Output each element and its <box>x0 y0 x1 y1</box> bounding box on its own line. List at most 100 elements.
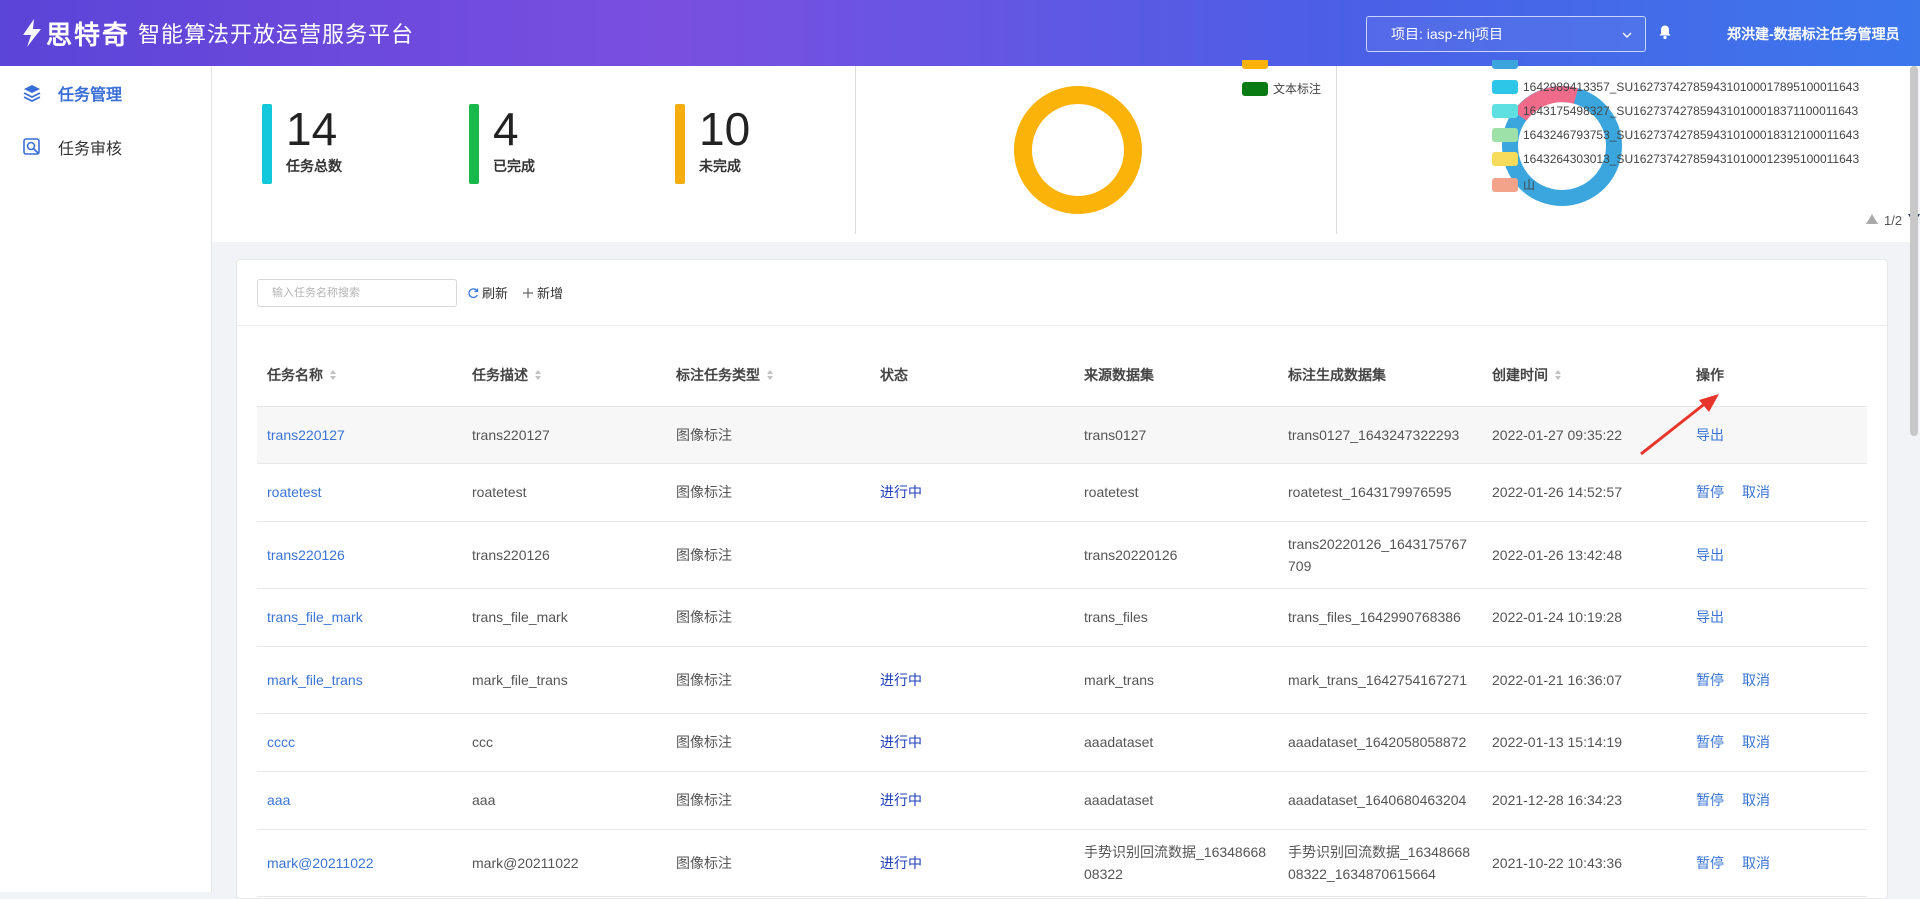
stat-bar <box>469 104 479 184</box>
sort-icon[interactable] <box>766 368 774 384</box>
output-dataset: aaadataset_1642058058872 <box>1278 713 1482 772</box>
legend-swatch <box>1492 80 1518 94</box>
legend-swatch-clipped <box>1242 60 1268 69</box>
cancel-button[interactable]: 取消 <box>1742 734 1770 750</box>
task-name-link[interactable]: trans220127 <box>257 406 462 464</box>
annotation-arrow-icon <box>1640 394 1719 456</box>
column-header-type[interactable]: 标注任务类型 <box>666 344 870 407</box>
created-time: 2021-12-28 16:34:23 <box>1482 771 1686 830</box>
task-name-link[interactable]: cccc <box>257 713 462 772</box>
created-time: 2022-01-26 14:52:57 <box>1482 463 1686 522</box>
cancel-button[interactable]: 取消 <box>1742 484 1770 500</box>
created-time: 2022-01-13 15:14:19 <box>1482 713 1686 772</box>
output-dataset: aaadataset_1640680463204 <box>1278 771 1482 830</box>
table-row[interactable]: mark@20211022 mark@20211022 图像标注 进行中 手势识… <box>257 829 1867 897</box>
sort-icon[interactable] <box>1554 368 1562 384</box>
sidebar: 任务管理 任务审核 <box>0 66 212 892</box>
user-name[interactable]: 郑洪建-数据标注任务管理员 <box>1727 24 1900 44</box>
column-header-desc[interactable]: 任务描述 <box>462 344 666 407</box>
stat-label: 已完成 <box>493 158 535 174</box>
output-dataset: trans0127_1643247322293 <box>1278 406 1482 464</box>
task-name-link[interactable]: trans220126 <box>257 521 462 589</box>
task-desc: roatetest <box>462 463 666 522</box>
task-name-link[interactable]: roatetest <box>257 463 462 522</box>
row-actions: 暂停 取消 <box>1686 646 1867 714</box>
sidebar-item-task-review[interactable]: 任务审核 <box>0 120 211 174</box>
divider <box>855 66 856 234</box>
source-dataset: aaadataset <box>1074 771 1278 830</box>
source-dataset: trans_files <box>1074 588 1278 647</box>
legend-item[interactable]: 山 <box>1492 176 1535 193</box>
legend-item[interactable]: 1643246793753_SU162737427859431010001831… <box>1492 128 1859 142</box>
table-row[interactable]: trans220126 trans220126 图像标注 trans202201… <box>257 521 1867 589</box>
export-button[interactable]: 导出 <box>1696 547 1724 563</box>
sort-icon[interactable] <box>534 368 542 384</box>
task-desc: mark@20211022 <box>462 829 666 897</box>
sidebar-item-label: 任务审核 <box>58 141 123 158</box>
sidebar-item-task-management[interactable]: 任务管理 <box>0 66 211 120</box>
column-header-label: 状态 <box>880 366 908 383</box>
pause-button[interactable]: 暂停 <box>1696 855 1724 871</box>
task-name-link[interactable]: mark_file_trans <box>257 646 462 714</box>
project-select-value: 项目: iasp-zhj项目 <box>1391 26 1504 42</box>
legend-item[interactable]: 1643175498327_SU162737427859431010001837… <box>1492 104 1858 118</box>
task-table-panel: 刷新 新增 任务名称 任务描述 标注任务类型 状态 来源数据集 <box>236 259 1888 899</box>
table-header-row: 任务名称 任务描述 标注任务类型 状态 来源数据集 标注生成数据集 创建时间 操… <box>257 344 1867 407</box>
row-actions: 暂停 取消 <box>1686 713 1867 772</box>
table-row[interactable]: mark_file_trans mark_file_trans 图像标注 进行中… <box>257 646 1867 714</box>
table-toolbar: 刷新 新增 <box>237 260 1887 326</box>
task-name-link[interactable]: aaa <box>257 771 462 830</box>
search-input[interactable] <box>257 278 457 307</box>
pause-button[interactable]: 暂停 <box>1696 792 1724 808</box>
legend-swatch <box>1492 104 1518 118</box>
column-header-name[interactable]: 任务名称 <box>257 344 462 407</box>
refresh-button[interactable]: 刷新 <box>467 283 508 302</box>
review-icon <box>22 137 42 157</box>
task-name-link[interactable]: mark@20211022 <box>257 829 462 897</box>
table-row[interactable]: trans220127 trans220127 图像标注 trans0127 t… <box>257 406 1867 464</box>
source-dataset: mark_trans <box>1074 646 1278 714</box>
task-desc: trans220127 <box>462 406 666 464</box>
brand-name: 思特奇 <box>46 19 131 50</box>
table-row[interactable]: aaa aaa 图像标注 进行中 aaadataset aaadataset_1… <box>257 771 1867 830</box>
page-scrollbar[interactable] <box>1910 66 1918 436</box>
table-row[interactable]: cccc ccc 图像标注 进行中 aaadataset aaadataset_… <box>257 713 1867 772</box>
column-header-label: 来源数据集 <box>1084 366 1154 383</box>
stat-bar <box>675 104 685 184</box>
table-row[interactable]: trans_file_mark trans_file_mark 图像标注 tra… <box>257 588 1867 647</box>
legend-item[interactable]: 1643264303013_SU162737427859431010001239… <box>1492 152 1859 166</box>
legend-label: 文本标注 <box>1273 82 1322 96</box>
stat-value: 4 <box>493 103 519 155</box>
project-select[interactable]: 项目: iasp-zhj项目 <box>1366 16 1646 52</box>
pause-button[interactable]: 暂停 <box>1696 672 1724 688</box>
table-row[interactable]: roatetest roatetest 图像标注 进行中 roatetest r… <box>257 463 1867 522</box>
cancel-button[interactable]: 取消 <box>1742 792 1770 808</box>
add-button[interactable]: 新增 <box>522 283 563 302</box>
legend-swatch <box>1492 152 1518 166</box>
cancel-button[interactable]: 取消 <box>1742 855 1770 871</box>
stat-label: 未完成 <box>699 158 741 174</box>
stat-bar <box>262 104 272 184</box>
legend-item[interactable]: 文本标注 <box>1242 80 1321 97</box>
pause-button[interactable]: 暂停 <box>1696 734 1724 750</box>
row-actions: 暂停 取消 <box>1686 771 1867 830</box>
pause-button[interactable]: 暂停 <box>1696 484 1724 500</box>
task-type: 图像标注 <box>666 771 870 830</box>
export-button[interactable]: 导出 <box>1696 609 1724 625</box>
task-status <box>870 406 1074 464</box>
legend-item[interactable]: 1642989413357_SU162737427859431010001789… <box>1492 80 1859 94</box>
source-dataset: 手势识别回流数据_1634866808322 <box>1074 829 1278 897</box>
created-time: 2022-01-24 10:19:28 <box>1482 588 1686 647</box>
column-header-label: 操作 <box>1696 366 1724 383</box>
sort-icon[interactable] <box>329 368 337 384</box>
row-actions: 暂停 取消 <box>1686 829 1867 897</box>
pager-up-icon[interactable] <box>1864 212 1880 229</box>
pager-text: 1/2 <box>1884 213 1903 228</box>
sidebar-item-label: 任务管理 <box>58 87 123 104</box>
cancel-button[interactable]: 取消 <box>1742 672 1770 688</box>
row-actions: 导出 <box>1686 521 1867 589</box>
app-title: 智能算法开放运营服务平台 <box>138 22 415 47</box>
bell-icon[interactable] <box>1657 24 1673 45</box>
task-type: 图像标注 <box>666 463 870 522</box>
task-name-link[interactable]: trans_file_mark <box>257 588 462 647</box>
